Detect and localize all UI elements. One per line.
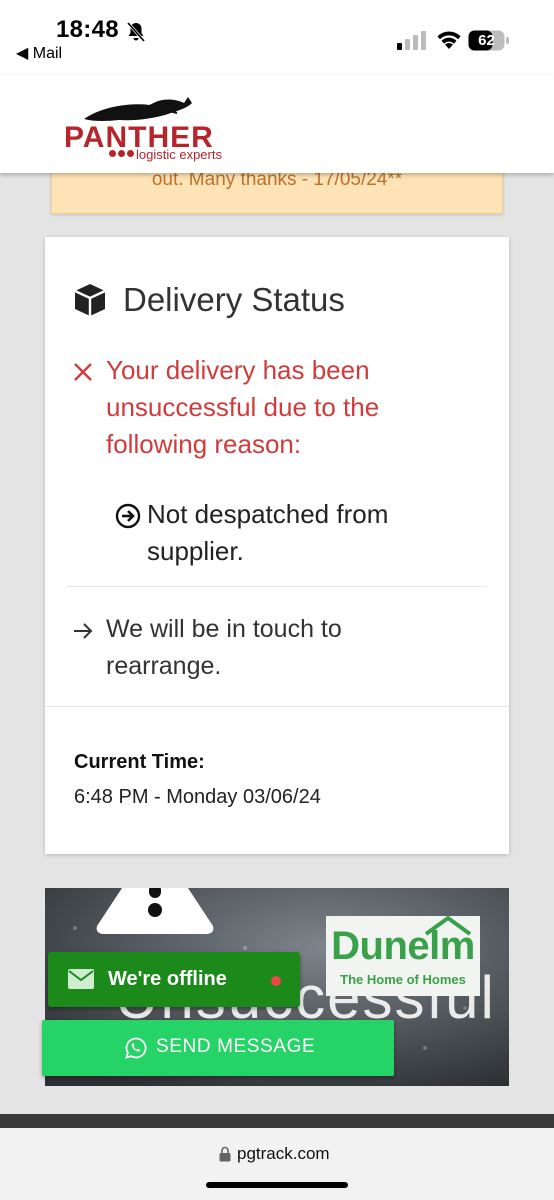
wifi-icon [437, 31, 461, 49]
dunelm-logo: Dunelm The Home of Homes [326, 916, 480, 996]
browser-url-bar[interactable]: pgtrack.com [0, 1128, 554, 1200]
current-time-label: Current Time: [74, 751, 205, 773]
status-bar: 18:48 ◀ Mail 62 [0, 0, 554, 75]
send-message-label: SEND MESSAGE [156, 1036, 316, 1057]
arrow-circle-right-icon [115, 503, 141, 529]
card-title: Delivery Status [123, 281, 345, 318]
whatsapp-icon [125, 1037, 147, 1059]
envelope-icon [68, 969, 94, 989]
brand-dots-icon [109, 150, 134, 157]
arrow-right-icon [74, 623, 93, 639]
brand-tagline: logistic experts [136, 147, 222, 162]
partner-tagline: The Home of Homes [340, 972, 466, 987]
send-message-button[interactable]: SEND MESSAGE [42, 1020, 394, 1076]
failure-reason: Not despatched from supplier. [147, 499, 389, 566]
delivery-status-card: Delivery Status Your delivery has been u… [45, 237, 509, 854]
status-time: 18:48 [56, 16, 119, 43]
error-message: Your delivery has been unsuccessful due … [106, 355, 380, 459]
current-time-value: 6:48 PM - Monday 03/06/24 [74, 786, 321, 808]
package-icon [74, 284, 106, 316]
chat-status-button[interactable]: We're offline [48, 952, 300, 1007]
url-text: pgtrack.com [237, 1144, 330, 1163]
back-to-mail-link[interactable]: ◀ Mail [16, 43, 62, 63]
lock-icon [219, 1146, 231, 1162]
close-icon [74, 363, 92, 381]
site-header: PANTHER logistic experts [0, 75, 554, 173]
offline-indicator [271, 976, 281, 986]
bell-muted-icon [126, 22, 146, 42]
partner-name: Dunelm [331, 924, 475, 968]
home-indicator[interactable] [206, 1182, 348, 1188]
battery-level: 62 [478, 32, 495, 49]
panther-logo[interactable]: PANTHER logistic experts [64, 89, 239, 165]
page-footer-strip [0, 1114, 554, 1128]
chat-status-text: We're offline [108, 968, 227, 990]
follow-up-text: We will be in touch to rearrange. [106, 615, 342, 680]
warning-icon [96, 888, 214, 934]
divider [67, 586, 487, 587]
cell-signal-icon [397, 31, 426, 50]
divider [45, 706, 509, 707]
